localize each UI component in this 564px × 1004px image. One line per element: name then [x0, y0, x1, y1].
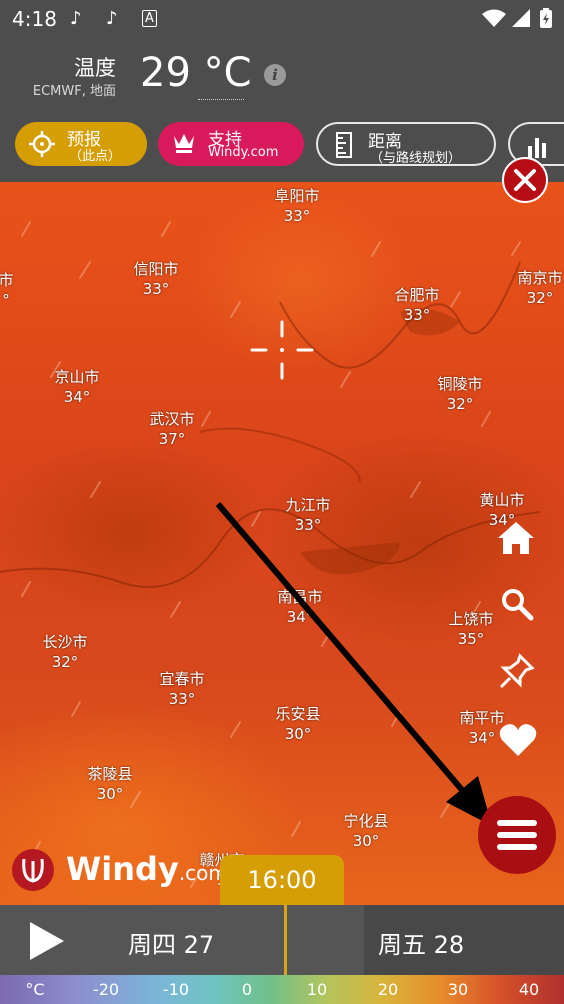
unit-underline [198, 99, 244, 100]
wifi-icon [482, 9, 506, 27]
play-icon[interactable] [30, 922, 64, 960]
day-label-2[interactable]: 周五 28 [378, 925, 464, 960]
notification-icon: A [142, 10, 157, 27]
menu-icon [497, 832, 537, 838]
search-icon[interactable] [500, 587, 544, 621]
support-button[interactable]: 支持 Windy.com [158, 122, 304, 166]
tiktok-icon: ♪ [70, 8, 82, 29]
model-source[interactable]: ECMWF, 地面 [33, 80, 116, 99]
close-icon [514, 169, 536, 191]
scale-tick: -10 [162, 980, 190, 999]
home-icon[interactable] [496, 520, 540, 556]
support-sublabel: Windy.com [208, 145, 279, 160]
forecast-sublabel: （此点） [69, 149, 122, 164]
chart-icon [528, 138, 546, 158]
logo-text: Windy.com [66, 850, 228, 888]
pin-icon[interactable] [498, 652, 542, 690]
scale-tick: 40 [518, 980, 540, 999]
close-button[interactable] [502, 157, 548, 203]
action-chips: 预报 （此点） 支持 Windy.com 距离 （与路线规划） [0, 110, 564, 182]
distance-sublabel: （与路线规划） [370, 151, 462, 166]
scale-tick: -20 [92, 980, 120, 999]
scale-tick: 0 [241, 980, 253, 999]
scale-tick: 10 [306, 980, 328, 999]
distance-button[interactable]: 距离 （与路线规划） [316, 122, 496, 166]
battery-icon [540, 8, 552, 28]
status-time: 4:18 [12, 7, 57, 31]
weather-map[interactable]: 阜阳市 33° 信阳市 33° 合肥市 33° 南京市 32° 京山市 34° 武汉市 37… [0, 182, 564, 905]
scale-unit: °C [25, 980, 45, 999]
status-bar: 4:18 ♪ ♪ A [0, 0, 564, 38]
color-scale-legend[interactable]: °C -20 -10 0 10 20 30 40 [0, 975, 564, 1004]
info-icon[interactable]: i [264, 64, 286, 86]
tiktok-icon: ♪ [106, 8, 118, 29]
arrow-annotation [215, 502, 492, 826]
heart-icon[interactable] [498, 722, 542, 758]
scale-tick: 20 [377, 980, 399, 999]
timeline-bar[interactable]: 周四 27 周五 28 [0, 905, 564, 975]
layer-label: 温度 [74, 56, 116, 80]
current-value[interactable]: 29 °C [140, 50, 252, 96]
time-indicator[interactable]: 16:00 [220, 855, 344, 905]
forecast-button[interactable]: 预报 （此点） [15, 122, 147, 166]
scale-tick: 30 [447, 980, 469, 999]
ruler-icon [336, 132, 352, 158]
crown-icon [174, 134, 194, 153]
day-label-1[interactable]: 周四 27 [128, 925, 214, 960]
menu-icon [497, 844, 537, 850]
menu-icon [497, 820, 537, 826]
crosshair-icon [29, 131, 55, 157]
logo-mark [12, 849, 54, 891]
timeline-cursor[interactable] [284, 905, 287, 975]
menu-button[interactable] [478, 796, 556, 874]
overlay-header[interactable]: 温度 ECMWF, 地面 29 °C i [0, 38, 564, 110]
signal-icon [512, 9, 530, 27]
